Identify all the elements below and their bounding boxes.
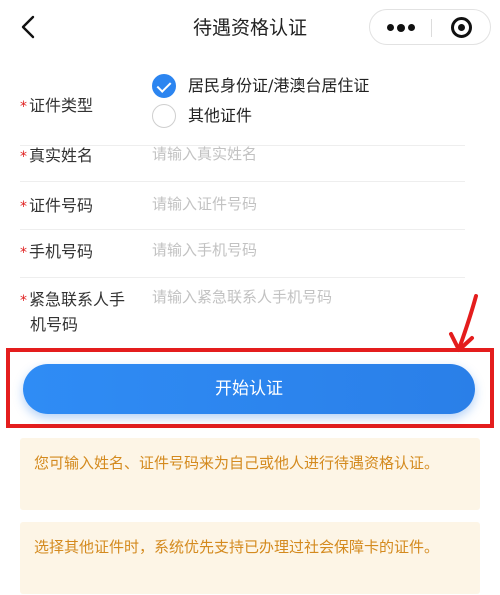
phone-label: * 手机号码 — [20, 242, 94, 261]
real-name-row: * 真实姓名 — [20, 134, 465, 182]
chevron-left-icon — [21, 15, 35, 39]
real-name-label: * 真实姓名 — [20, 146, 94, 165]
real-name-input[interactable] — [152, 145, 452, 163]
target-close-icon — [451, 17, 472, 38]
id-number-input[interactable] — [152, 195, 452, 213]
more-dots-icon — [387, 23, 415, 32]
required-mark: * — [20, 99, 27, 115]
back-button[interactable] — [14, 12, 44, 42]
mini-program-capsule — [369, 9, 491, 45]
id-number-label: * 证件号码 — [20, 196, 94, 215]
id-type-label: * 证件类型 — [20, 96, 94, 115]
radio-unchecked-icon — [152, 104, 176, 128]
notice-other-id: 选择其他证件时，系统优先支持已办理过社会保障卡的证件。 — [20, 522, 480, 594]
close-mini-program-button[interactable] — [431, 10, 492, 44]
nav-bar: 待遇资格认证 — [0, 0, 500, 56]
emergency-phone-row: * 紧急联系人手 机号码 — [20, 278, 465, 342]
notice-info: 您可输入姓名、证件号码来为自己或他人进行待遇资格认证。 — [20, 438, 480, 510]
id-number-row: * 证件号码 — [20, 182, 465, 230]
radio-resident-id-label: 居民身份证/港澳台居住证 — [188, 76, 370, 95]
radio-checked-icon — [152, 74, 176, 98]
more-button[interactable] — [370, 10, 431, 44]
emergency-phone-label: * 紧急联系人手 机号码 — [20, 290, 126, 334]
radio-other-id-label: 其他证件 — [188, 106, 253, 125]
emergency-phone-input[interactable] — [152, 288, 452, 306]
phone-row: * 手机号码 — [20, 230, 465, 278]
phone-input[interactable] — [152, 241, 452, 259]
start-certification-button[interactable]: 开始认证 — [23, 364, 475, 414]
